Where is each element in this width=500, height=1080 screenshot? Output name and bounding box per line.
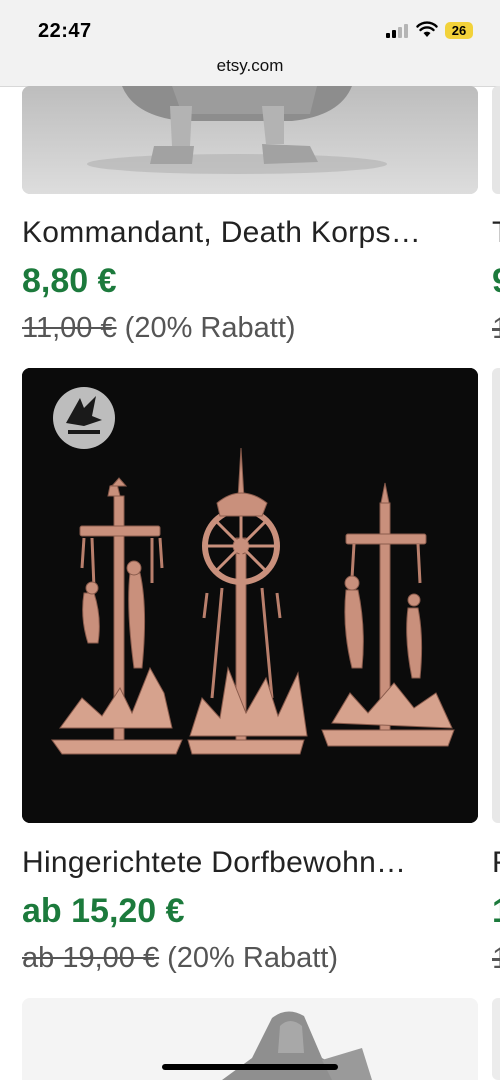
listing-title[interactable]: Kommandant, Death Korps… <box>22 216 421 250</box>
brand-logo <box>53 387 115 449</box>
wifi-icon <box>416 21 438 37</box>
next-column-price: 1 <box>492 892 500 931</box>
listing-image[interactable] <box>22 86 478 194</box>
listing-original-price-row: 11,00 € (20% Rabatt) <box>22 312 296 345</box>
miniature-photo <box>22 368 478 823</box>
url-text: etsy.com <box>216 56 284 75</box>
next-column-image[interactable] <box>492 86 500 194</box>
address-bar[interactable]: etsy.com <box>0 52 500 87</box>
original-price: 11,00 € <box>22 312 117 344</box>
battery-icon: 26 <box>445 22 473 39</box>
home-indicator[interactable] <box>162 1064 338 1070</box>
original-price: ab 19,00 € <box>22 942 160 974</box>
next-column-image[interactable] <box>492 998 500 1080</box>
next-column-image[interactable] <box>492 368 500 823</box>
miniature-photo <box>22 86 478 194</box>
next-column-title[interactable]: T <box>492 216 500 250</box>
status-bar: 22:47 26 <box>0 0 500 52</box>
listing-title[interactable]: Hingerichtete Dorfbewohn… <box>22 846 406 880</box>
listing-original-price-row: ab 19,00 € (20% Rabatt) <box>22 942 338 975</box>
cellular-signal-icon <box>386 22 410 38</box>
next-column-original-price: 1 <box>492 942 500 976</box>
clock: 22:47 <box>38 20 92 42</box>
listing-price: 8,80 € <box>22 262 117 300</box>
next-column-price: 9 <box>492 262 500 301</box>
listing-card[interactable]: Kommandant, Death Korps… 8,80 € 11,00 € … <box>22 86 478 356</box>
listing-card[interactable]: Hingerichtete Dorfbewohn… ab 15,20 € ab … <box>22 368 478 988</box>
listing-image[interactable] <box>22 368 478 823</box>
next-column-original-price: 1 <box>492 312 500 346</box>
next-column-title[interactable]: F <box>492 846 500 880</box>
discount-label: (20% Rabatt) <box>167 942 338 974</box>
listing-price: ab 15,20 € <box>22 892 185 930</box>
discount-label: (20% Rabatt) <box>124 312 296 344</box>
